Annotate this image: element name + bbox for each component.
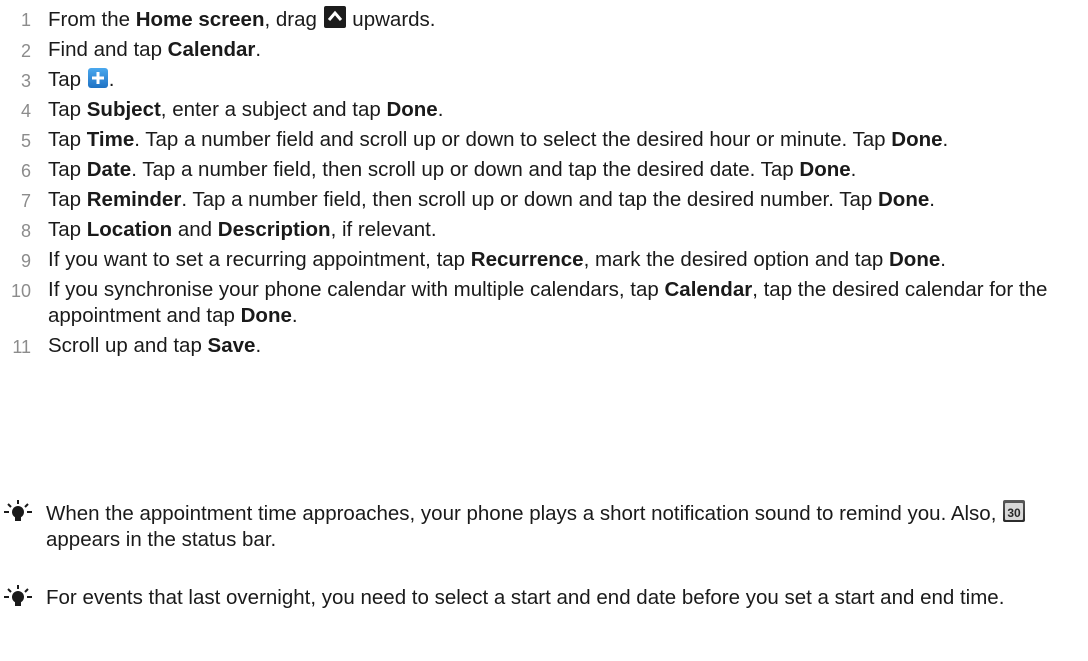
- step-text: .: [108, 68, 115, 91]
- step-number: 9: [20, 251, 31, 271]
- step-text: .: [942, 128, 949, 151]
- tip-text: When the appointment time approaches, yo…: [46, 500, 1026, 551]
- step-text: From the: [48, 8, 136, 31]
- ui-term: Date: [86, 158, 132, 181]
- step-item: 7 Tap Reminder. Tap a number field, then …: [0, 187, 1088, 213]
- ui-term: Done: [891, 128, 943, 151]
- ui-term: Done: [386, 98, 438, 121]
- ui-term: Calendar: [664, 278, 753, 301]
- step-number: 7: [20, 191, 31, 211]
- step-item: 9 If you want to set a recurring appointm…: [0, 247, 1088, 273]
- step-text: .: [850, 158, 857, 181]
- step-text: . Tap a number field, then scroll up or …: [181, 188, 878, 211]
- step-text: Tap: [48, 98, 87, 121]
- ui-term: Reminder: [86, 188, 182, 211]
- lightbulb-icon: [2, 584, 34, 619]
- step-text: , if relevant.: [330, 218, 437, 241]
- step-text: Tap: [48, 218, 87, 241]
- step-text: Tap: [48, 188, 87, 211]
- step-item: 6 Tap Date. Tap a number field, then scro…: [0, 157, 1088, 183]
- step-item: 3 Tap .: [0, 67, 1088, 93]
- step-text: .: [255, 38, 262, 61]
- step-text: If you want to set a recurring appointme…: [48, 248, 471, 271]
- calendar-30-icon: 30: [1003, 500, 1026, 522]
- ui-term: Subject: [86, 98, 161, 121]
- step-item: 4 Tap Subject, enter a subject and tap Do…: [0, 97, 1088, 123]
- ui-term: Home screen: [135, 8, 265, 31]
- step-text: , enter a subject and tap: [160, 98, 387, 121]
- tip-note: When the appointment time approaches, yo…: [0, 500, 1088, 553]
- add-icon: [87, 68, 108, 88]
- calendar-icon-label: 30: [1007, 506, 1021, 520]
- step-body: Tap Location and Description, if relevan…: [48, 218, 437, 241]
- ui-term: Time: [86, 128, 135, 151]
- step-text: .: [940, 248, 946, 271]
- tip-note: For events that last overnight, you need…: [0, 585, 1088, 611]
- step-body: Scroll up and tap Save.: [48, 334, 261, 357]
- step-text: .: [255, 334, 262, 357]
- step-text: Tap: [48, 158, 87, 181]
- step-text: Scroll up and tap: [48, 334, 208, 357]
- step-item: 10 If you synchronise your phone calendar…: [0, 277, 1088, 329]
- step-body: If you synchronise your phone calendar w…: [48, 278, 1047, 327]
- ui-term: Calendar: [167, 38, 256, 61]
- step-text: Tap: [48, 128, 87, 151]
- step-body: Tap Time. Tap a number field and scroll …: [48, 128, 948, 151]
- step-item: 8 Tap Location and Description, if releva…: [0, 217, 1088, 243]
- ui-term: Done: [889, 248, 941, 271]
- step-number: 1: [20, 10, 31, 30]
- step-text: Find and tap: [48, 38, 168, 61]
- step-text: If you synchronise your phone calendar w…: [48, 278, 665, 301]
- step-item: 1 From the Home screen, drag upwards.: [0, 6, 1088, 33]
- step-text: . Tap a number field, then scroll up or …: [131, 158, 800, 181]
- step-number: 5: [20, 131, 31, 151]
- step-number: 10: [10, 281, 31, 301]
- step-item: 5 Tap Time. Tap a number field and scroll…: [0, 127, 1088, 153]
- ui-term: Done: [240, 304, 292, 327]
- step-body: If you want to set a recurring appointme…: [48, 248, 946, 271]
- step-number: 3: [20, 71, 31, 91]
- step-text: For events that last overnight, you need…: [46, 586, 1005, 609]
- ui-term: Done: [878, 188, 930, 211]
- step-text: .: [437, 98, 444, 121]
- step-body: Tap Date. Tap a number field, then scrol…: [48, 158, 856, 181]
- step-body: Tap .: [48, 68, 114, 91]
- ui-term: Recurrence: [470, 248, 584, 271]
- step-number: 4: [20, 101, 31, 121]
- step-list: 1 From the Home screen, drag upwards. 2 Fin…: [0, 6, 1088, 363]
- step-item: 2 Find and tap Calendar.: [0, 37, 1088, 63]
- step-number: 8: [20, 221, 31, 241]
- step-text: When the appointment time approaches, yo…: [46, 502, 1003, 525]
- tip-text: For events that last overnight, you need…: [46, 586, 1004, 609]
- step-text: . Tap a number field and scroll up or do…: [134, 128, 892, 151]
- step-body: From the Home screen, drag upwards.: [48, 6, 436, 31]
- step-text: Tap: [48, 68, 87, 91]
- step-body: Find and tap Calendar.: [48, 38, 261, 61]
- step-number: 6: [20, 161, 31, 181]
- step-text: .: [291, 304, 298, 327]
- step-item: 11 Scroll up and tap Save.: [0, 333, 1088, 359]
- step-text: , drag: [264, 8, 323, 31]
- ui-term: Description: [217, 218, 331, 241]
- step-text: , mark the desired option and tap: [583, 248, 889, 271]
- step-text: appears in the status bar.: [46, 528, 277, 551]
- step-text: .: [929, 188, 935, 211]
- step-body: Tap Subject, enter a subject and tap Don…: [48, 98, 443, 121]
- step-text: and: [172, 218, 218, 241]
- lightbulb-icon: [2, 499, 34, 534]
- step-text: upwards.: [346, 8, 436, 31]
- chevron-up-icon: [323, 6, 346, 28]
- ui-term: Location: [86, 218, 173, 241]
- step-body: Tap Reminder. Tap a number field, then s…: [48, 188, 935, 211]
- step-number: 2: [20, 41, 31, 61]
- instruction-page: 1 From the Home screen, drag upwards. 2 Fin…: [0, 0, 1088, 661]
- ui-term: Done: [799, 158, 851, 181]
- ui-term: Save: [207, 334, 256, 357]
- step-number: 11: [12, 337, 31, 357]
